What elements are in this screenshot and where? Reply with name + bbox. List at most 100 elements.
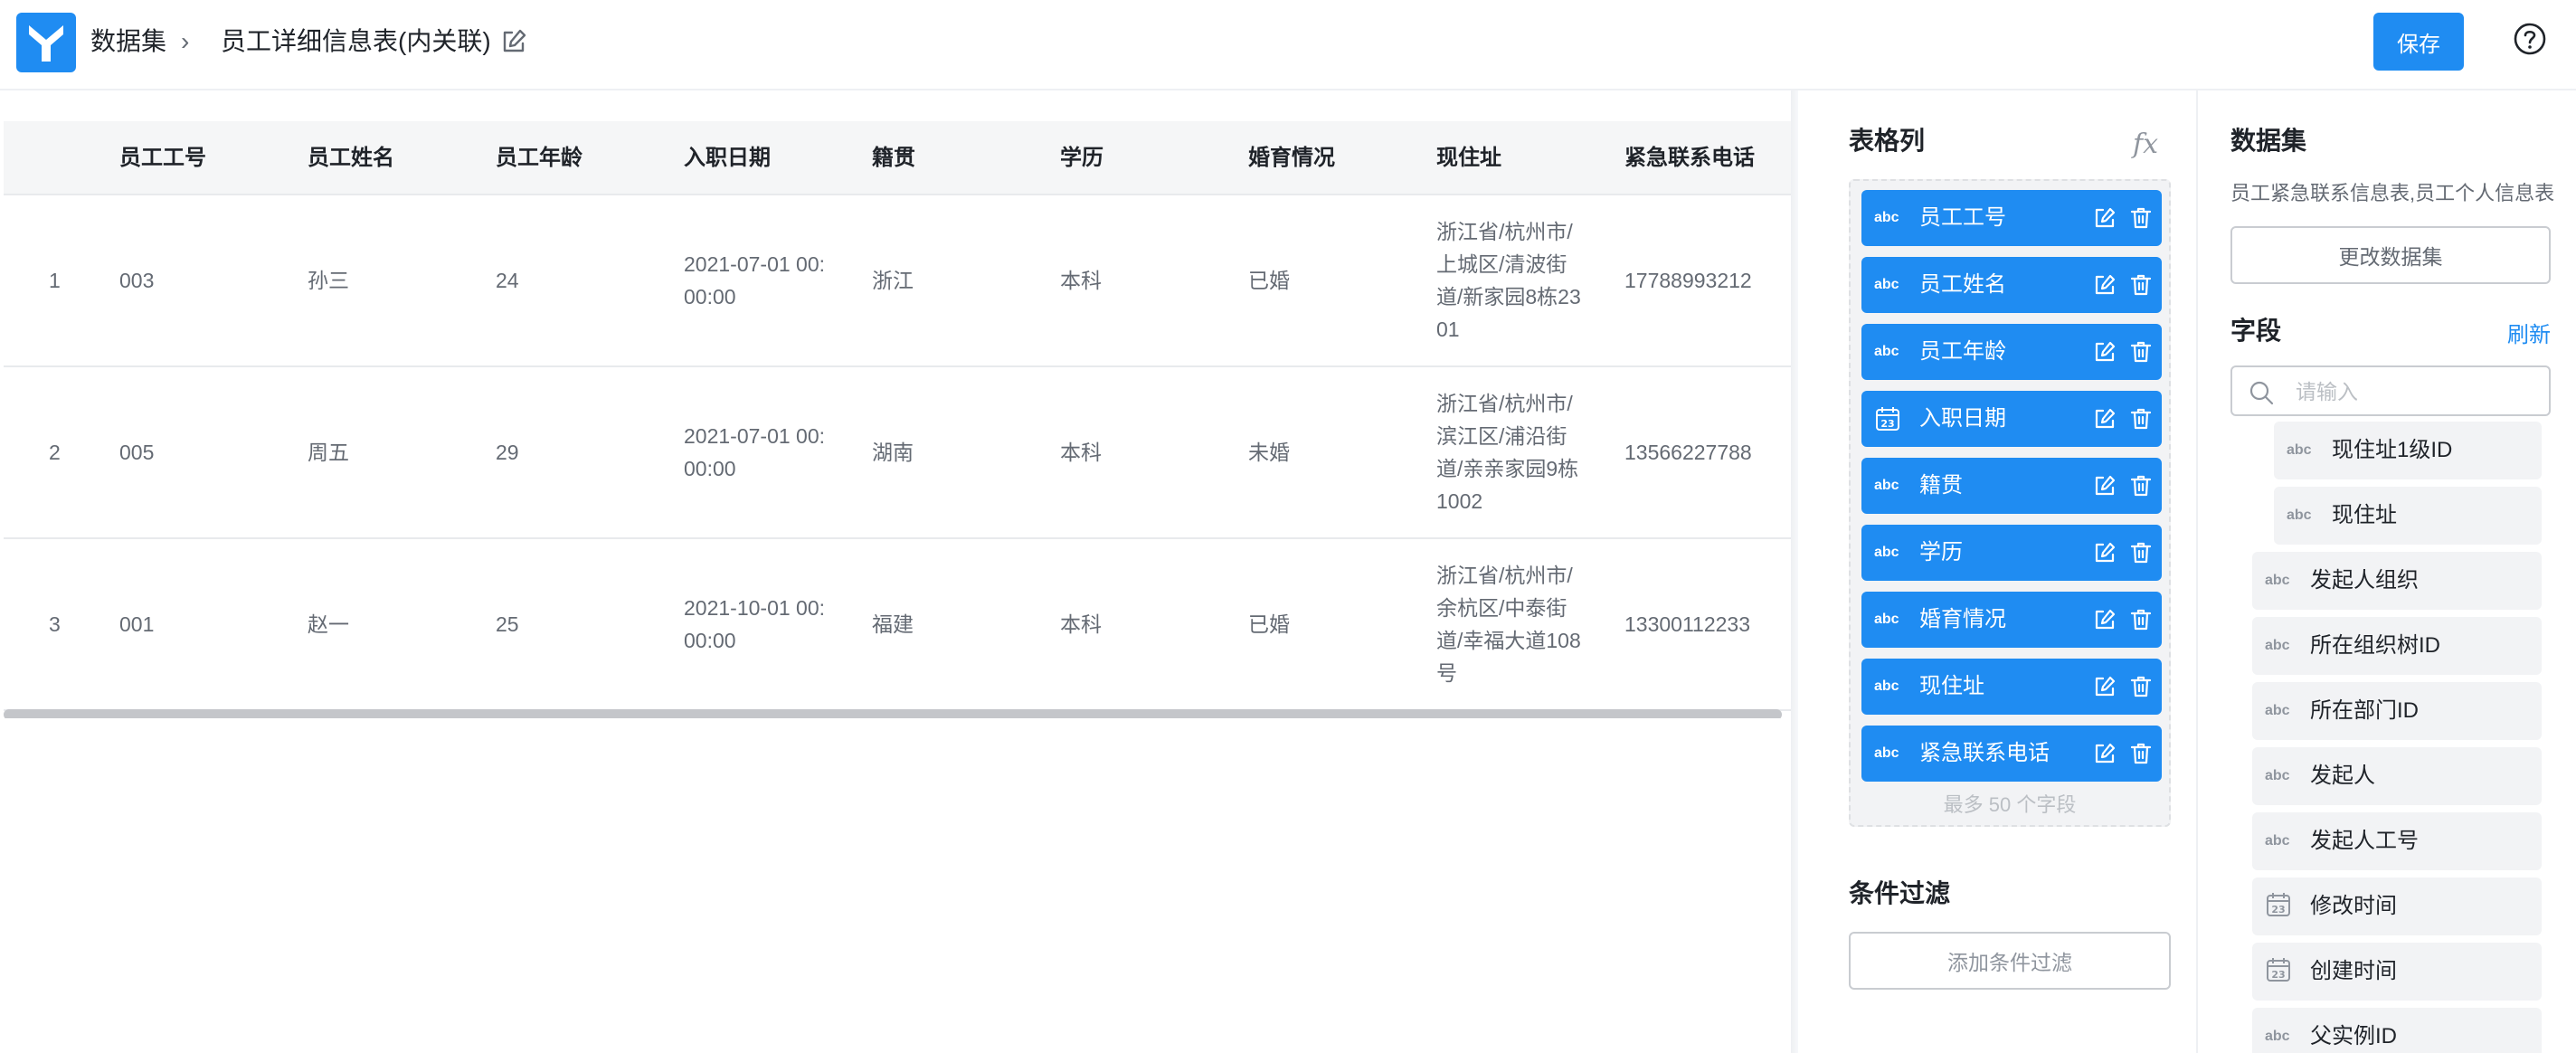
column-chip[interactable]: abc 员工工号 — [1861, 190, 2162, 246]
column-chip[interactable]: abc 籍贯 — [1861, 458, 2162, 514]
text-type-icon: abc — [1874, 745, 1899, 761]
column-chip[interactable]: abc 员工姓名 — [1861, 257, 2162, 313]
field-label: 父实例ID — [2310, 1024, 2397, 1048]
help-icon[interactable] — [2513, 22, 2547, 56]
save-button[interactable]: 保存 — [2373, 13, 2464, 71]
row-index: 3 — [49, 612, 61, 636]
cell-age: 29 — [496, 441, 519, 464]
edit-icon[interactable] — [2093, 407, 2117, 431]
edit-icon[interactable] — [2093, 675, 2117, 698]
field-item[interactable]: 23 创建时间 — [2252, 943, 2542, 1001]
refresh-link[interactable]: 刷新 — [2507, 317, 2551, 348]
field-item[interactable]: abc 父实例ID — [2252, 1008, 2542, 1053]
trash-icon[interactable] — [2129, 206, 2153, 230]
cell-origin: 湖南 — [872, 441, 914, 464]
edit-icon[interactable] — [2093, 541, 2117, 564]
cell-phone: 13300112233 — [1624, 612, 1750, 636]
column-chip[interactable]: abc 员工年龄 — [1861, 324, 2162, 380]
cell-date-time: 00:00 — [684, 629, 736, 652]
svg-text:23: 23 — [2271, 969, 2285, 981]
formula-fx-icon[interactable]: fx — [2133, 128, 2158, 160]
field-item[interactable]: 23 修改时间 — [2252, 878, 2542, 935]
text-type-icon: abc — [2265, 768, 2290, 783]
text-type-icon: abc — [1874, 678, 1899, 694]
top-header: 数据集 › 员工详细信息表(内关联) 保存 — [0, 0, 2576, 90]
change-dataset-button[interactable]: 更改数据集 — [2230, 226, 2551, 284]
search-input[interactable] — [2296, 376, 2540, 407]
text-type-icon: abc — [2265, 703, 2290, 718]
cell-date: 2021-07-01 00: — [684, 424, 826, 448]
trash-icon[interactable] — [2129, 340, 2153, 364]
trash-icon[interactable] — [2129, 474, 2153, 498]
cell-date: 2021-07-01 00: — [684, 252, 826, 276]
cell-edu: 本科 — [1060, 441, 1102, 464]
col-header[interactable]: 学历 — [1060, 143, 1103, 174]
text-type-icon: abc — [2265, 573, 2290, 588]
edit-icon[interactable] — [2093, 340, 2117, 364]
text-type-icon: abc — [1874, 545, 1899, 560]
column-chip[interactable]: abc 学历 — [1861, 525, 2162, 581]
app-logo-icon[interactable] — [16, 13, 76, 72]
horizontal-scrollbar[interactable] — [4, 709, 1782, 718]
column-chip-label: 入职日期 — [1919, 406, 2006, 431]
trash-icon[interactable] — [2129, 742, 2153, 765]
breadcrumb-separator: › — [181, 27, 190, 55]
trash-icon[interactable] — [2129, 273, 2153, 297]
edit-icon[interactable] — [2093, 608, 2117, 631]
col-header[interactable]: 员工年龄 — [496, 143, 582, 174]
scrollbar-thumb[interactable] — [4, 709, 1782, 718]
column-chip[interactable]: abc 现住址 — [1861, 659, 2162, 715]
cell-addr-line: 余杭区/中泰街 — [1436, 596, 1567, 620]
trash-icon[interactable] — [2129, 407, 2153, 431]
col-header[interactable]: 员工姓名 — [308, 143, 394, 174]
field-item[interactable]: abc 所在组织树ID — [2252, 617, 2542, 675]
text-type-icon: abc — [2265, 1029, 2290, 1044]
cell-addr-line: 号 — [1436, 661, 1457, 685]
col-header[interactable]: 员工工号 — [119, 143, 206, 174]
table-header: 员工工号 员工姓名 员工年龄 入职日期 籍贯 学历 婚育情况 现住址 紧急联系电… — [4, 121, 1791, 195]
table-row[interactable]: 3 001 赵一 25 2021-10-01 00: 00:00 福建 本科 已… — [4, 539, 1791, 711]
column-chip-label: 学历 — [1919, 540, 1963, 564]
field-item[interactable]: abc 发起人工号 — [2252, 812, 2542, 870]
add-filter-button[interactable]: 添加条件过滤 — [1849, 932, 2171, 990]
cell-edu: 本科 — [1060, 269, 1102, 292]
trash-icon[interactable] — [2129, 675, 2153, 698]
edit-icon[interactable] — [2093, 474, 2117, 498]
field-search[interactable] — [2230, 365, 2551, 416]
cell-phone: 13566227788 — [1624, 441, 1752, 464]
edit-icon[interactable] — [499, 27, 528, 56]
text-type-icon: abc — [1874, 277, 1899, 292]
col-header[interactable]: 籍贯 — [872, 143, 915, 174]
cell-name: 周五 — [308, 441, 349, 464]
field-item[interactable]: abc 现住址1级ID — [2274, 422, 2542, 479]
column-chip[interactable]: abc 婚育情况 — [1861, 592, 2162, 648]
cell-age: 25 — [496, 612, 519, 636]
table-row[interactable]: 2 005 周五 29 2021-07-01 00: 00:00 湖南 本科 未… — [4, 367, 1791, 539]
trash-icon[interactable] — [2129, 541, 2153, 564]
column-chip[interactable]: 23 入职日期 — [1861, 391, 2162, 447]
col-header[interactable]: 现住址 — [1436, 143, 1501, 174]
edit-icon[interactable] — [2093, 273, 2117, 297]
col-header[interactable]: 紧急联系电话 — [1624, 143, 1755, 174]
field-item[interactable]: abc 发起人 — [2252, 747, 2542, 805]
columns-panel: 表格列 fx abc 员工工号 abc 员工姓名 abc 员工年龄 23 入职日… — [1798, 90, 2198, 1053]
cell-edu: 本科 — [1060, 612, 1102, 636]
col-header[interactable]: 婚育情况 — [1248, 143, 1335, 174]
cell-addr-line: 上城区/清波街 — [1436, 252, 1567, 276]
breadcrumb-dataset[interactable]: 数据集 — [90, 24, 166, 60]
cell-date-time: 00:00 — [684, 457, 736, 480]
field-item[interactable]: abc 发起人组织 — [2252, 552, 2542, 610]
edit-icon[interactable] — [2093, 742, 2117, 765]
edit-icon[interactable] — [2093, 206, 2117, 230]
table-row[interactable]: 1 003 孙三 24 2021-07-01 00: 00:00 浙江 本科 已… — [4, 195, 1791, 367]
field-item[interactable]: abc 所在部门ID — [2252, 682, 2542, 740]
column-chip[interactable]: abc 紧急联系电话 — [1861, 726, 2162, 782]
cell-addr-line: 浙江省/杭州市/ — [1436, 392, 1573, 415]
field-item[interactable]: abc 现住址 — [2274, 487, 2542, 545]
row-index: 2 — [49, 441, 61, 464]
svg-text:23: 23 — [1880, 418, 1894, 430]
col-header[interactable]: 入职日期 — [684, 143, 771, 174]
calendar-icon: 23 — [1874, 407, 1901, 431]
column-chip-label: 籍贯 — [1919, 473, 1963, 498]
trash-icon[interactable] — [2129, 608, 2153, 631]
